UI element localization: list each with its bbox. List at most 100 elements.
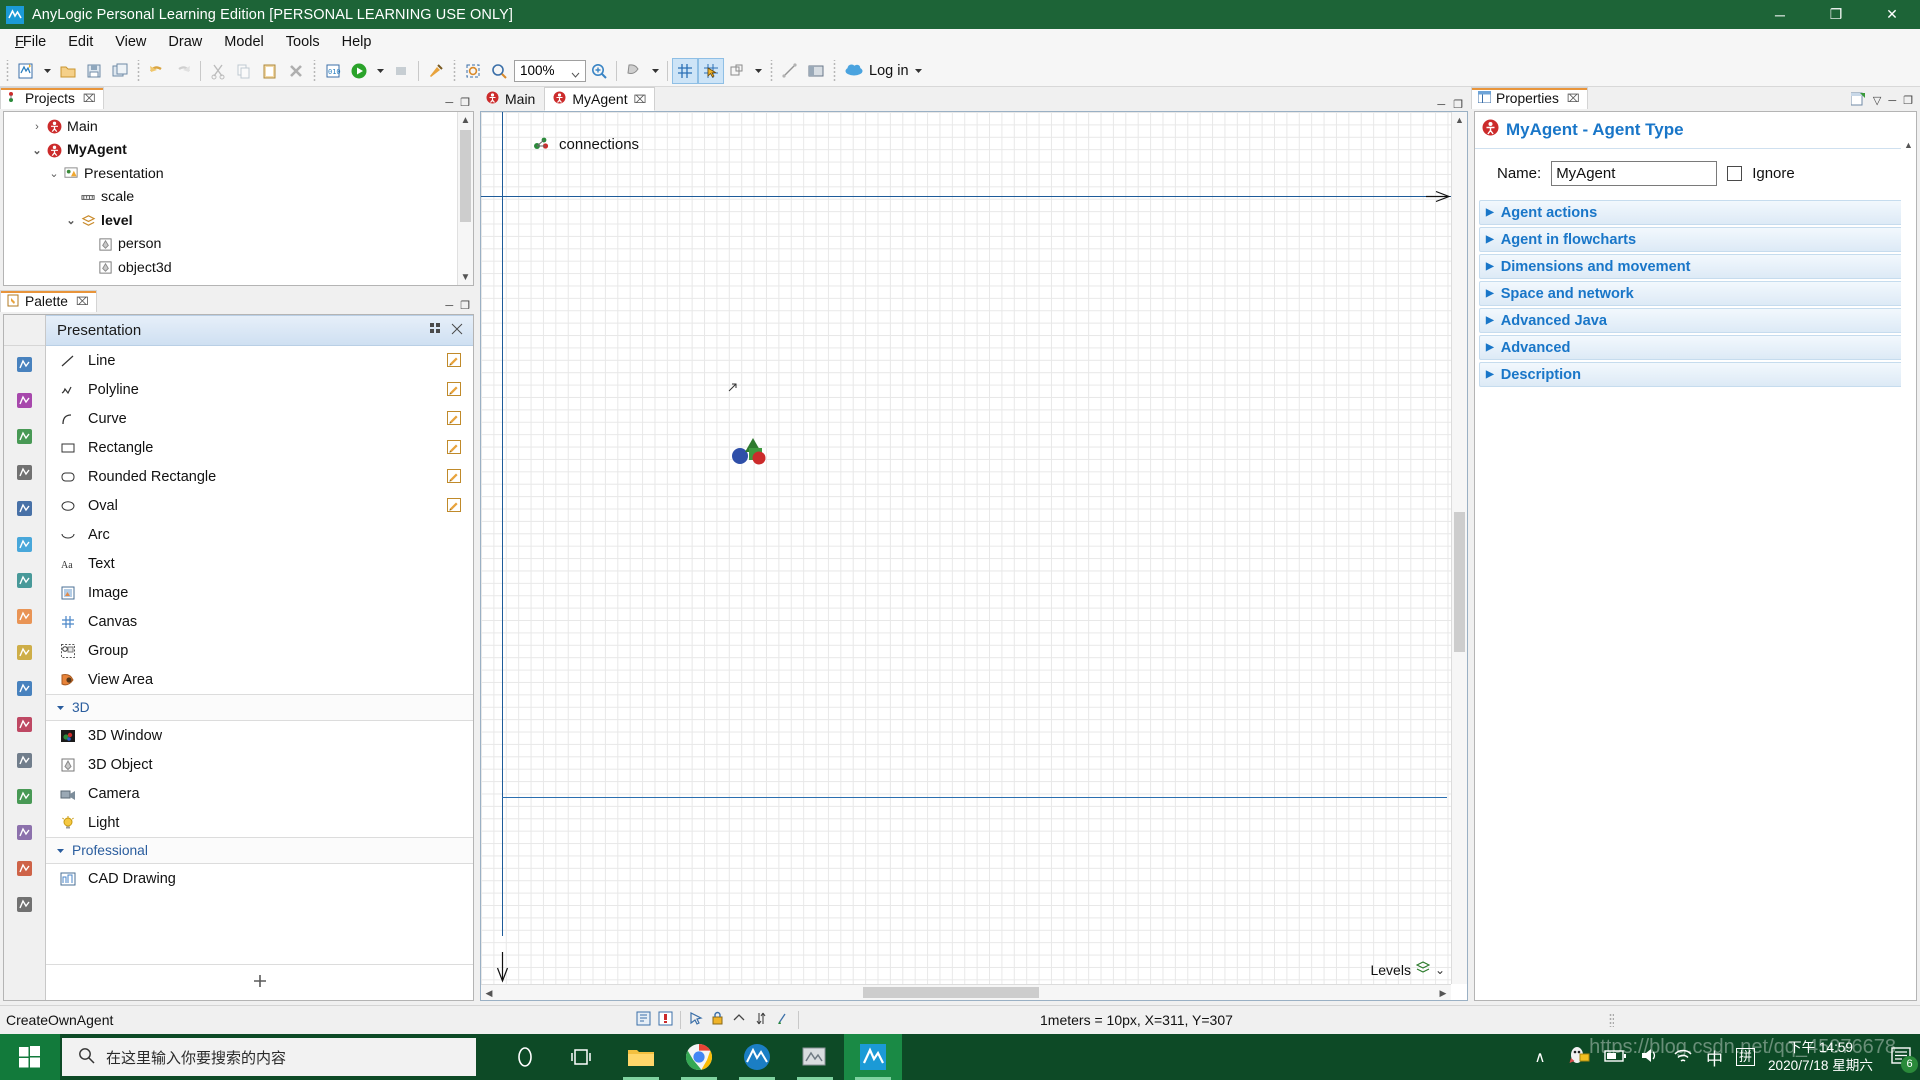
draw-mode-icon[interactable] bbox=[447, 411, 461, 429]
presentation-palette-icon[interactable] bbox=[4, 598, 45, 634]
anylogic-active-icon[interactable] bbox=[844, 1034, 902, 1080]
scroll-up-icon[interactable]: ▲ bbox=[1901, 138, 1916, 152]
menu-view[interactable]: View bbox=[104, 31, 157, 53]
tray-expand-icon[interactable]: ∧ bbox=[1525, 1034, 1555, 1080]
controls-icon[interactable] bbox=[4, 742, 45, 778]
tree-item-person[interactable]: person bbox=[4, 233, 473, 257]
palette-item-3d-window[interactable]: 3D Window bbox=[46, 721, 473, 750]
close-icon[interactable]: ⌧ bbox=[83, 92, 96, 105]
palette-section-professional[interactable]: Professional bbox=[46, 837, 473, 864]
scroll-left-icon[interactable]: ◀ bbox=[481, 985, 497, 1000]
draw-mode-icon[interactable] bbox=[447, 353, 461, 371]
menu-edit[interactable]: Edit bbox=[57, 31, 104, 53]
toolbar-grip[interactable] bbox=[4, 59, 11, 82]
login-button[interactable]: Log in bbox=[840, 58, 928, 84]
canvas-hscrollbar[interactable]: ◀ ▶ bbox=[481, 984, 1451, 1000]
palette-item-light[interactable]: Light bbox=[46, 808, 473, 837]
anylogic-icon[interactable] bbox=[728, 1034, 786, 1080]
close-icon[interactable]: ⌧ bbox=[634, 93, 647, 106]
snipping-tool-icon[interactable] bbox=[786, 1034, 844, 1080]
snap-icon[interactable] bbox=[688, 1011, 703, 1029]
minimize-icon[interactable]: ─ bbox=[445, 300, 453, 312]
palette-item-curve[interactable]: Curve bbox=[46, 404, 473, 433]
save-all-icon[interactable] bbox=[107, 58, 133, 84]
zoom-in-icon[interactable] bbox=[586, 58, 612, 84]
zoom-combo[interactable]: 100% bbox=[514, 59, 586, 82]
paste-icon[interactable] bbox=[257, 58, 283, 84]
palette-item-view-area[interactable]: View Area bbox=[46, 665, 473, 694]
maximize-icon[interactable]: ❐ bbox=[1903, 94, 1913, 107]
road-traffic-icon[interactable] bbox=[4, 490, 45, 526]
properties-section-description[interactable]: ▶ Description bbox=[1479, 362, 1912, 387]
properties-section-agent-in-flowcharts[interactable]: ▶ Agent in flowcharts bbox=[1479, 227, 1912, 252]
tab-myagent[interactable]: MyAgent ⌧ bbox=[544, 87, 656, 111]
open-icon[interactable] bbox=[55, 58, 81, 84]
scroll-up-icon[interactable]: ▲ bbox=[458, 112, 473, 128]
analysis-icon[interactable] bbox=[4, 634, 45, 670]
rotate-icon[interactable] bbox=[776, 1011, 791, 1029]
palette-section-presentation[interactable]: Presentation bbox=[46, 315, 473, 346]
new-model-icon[interactable] bbox=[13, 58, 39, 84]
toolbar-grip-3[interactable] bbox=[311, 59, 318, 82]
delete-icon[interactable] bbox=[283, 58, 309, 84]
statistics-icon[interactable] bbox=[4, 706, 45, 742]
new-model-dropdown-icon[interactable] bbox=[39, 58, 55, 84]
cortana-icon[interactable] bbox=[496, 1034, 554, 1080]
task-view-icon[interactable] bbox=[554, 1034, 612, 1080]
canvas-vscrollbar[interactable]: ▲ bbox=[1451, 112, 1467, 984]
connectivity-icon[interactable] bbox=[4, 670, 45, 706]
maximize-icon[interactable]: ❐ bbox=[460, 96, 470, 109]
palette-item-arc[interactable]: Arc bbox=[46, 520, 473, 549]
menu-draw[interactable]: Draw bbox=[157, 31, 213, 53]
draw-mode-icon[interactable] bbox=[447, 440, 461, 458]
tree-twisty[interactable]: ⌄ bbox=[29, 144, 45, 157]
add-palette-icon[interactable] bbox=[4, 886, 45, 922]
tree-item-scale[interactable]: scale bbox=[4, 186, 473, 210]
tree-item-myagent[interactable]: ⌄ MyAgent bbox=[4, 139, 473, 163]
palette-item-line[interactable]: Line bbox=[46, 346, 473, 375]
tree-item-presentation[interactable]: ⌄ Presentation bbox=[4, 162, 473, 186]
scroll-thumb[interactable] bbox=[460, 130, 471, 222]
run-dropdown-icon[interactable] bbox=[372, 58, 388, 84]
menu-help[interactable]: Help bbox=[331, 31, 383, 53]
agent-palette-icon[interactable] bbox=[4, 346, 45, 382]
maximize-icon[interactable]: ❐ bbox=[460, 299, 470, 312]
3d-objects-icon[interactable] bbox=[4, 814, 45, 850]
distribute-icon[interactable] bbox=[754, 1011, 769, 1029]
tab-main[interactable]: Main bbox=[477, 87, 545, 111]
file-explorer-icon[interactable] bbox=[612, 1034, 670, 1080]
pedestrian-icon[interactable] bbox=[4, 418, 45, 454]
rail-library-icon[interactable] bbox=[4, 454, 45, 490]
close-icon[interactable]: ⌧ bbox=[76, 295, 89, 308]
draw-mode-icon[interactable] bbox=[447, 498, 461, 516]
levels-control[interactable]: Levels ⌄ bbox=[1370, 961, 1445, 978]
properties-section-advanced-java[interactable]: ▶ Advanced Java bbox=[1479, 308, 1912, 333]
palette-item-oval[interactable]: Oval bbox=[46, 491, 473, 520]
grid-toggle-icon[interactable] bbox=[672, 57, 698, 84]
palette-item-image[interactable]: Image bbox=[46, 578, 473, 607]
tree-twisty[interactable]: › bbox=[29, 121, 45, 133]
tree-item-object3d[interactable]: object3d bbox=[4, 256, 473, 280]
palette-item-camera[interactable]: Camera bbox=[46, 779, 473, 808]
toolbar-grip-4[interactable] bbox=[451, 59, 458, 82]
menu-model[interactable]: Model bbox=[213, 31, 275, 53]
minimize-button[interactable]: ─ bbox=[1752, 0, 1808, 29]
zoom-region-icon[interactable] bbox=[460, 58, 486, 84]
toolbar-grip-6[interactable] bbox=[831, 59, 838, 82]
volume-icon[interactable] bbox=[1640, 1047, 1660, 1067]
format-painter-icon[interactable] bbox=[423, 58, 449, 84]
tab-projects[interactable]: Projects ⌧ bbox=[0, 87, 104, 109]
taskbar-clock[interactable]: 下午 14:59 2020/7/18 星期六 bbox=[1768, 1039, 1877, 1076]
panel-layout-icon[interactable] bbox=[803, 58, 829, 84]
fluid-icon[interactable] bbox=[4, 526, 45, 562]
grid-view-icon[interactable] bbox=[430, 322, 442, 339]
tree-twisty[interactable]: ⌄ bbox=[46, 167, 62, 180]
palette-item-rounded-rectangle[interactable]: Rounded Rectangle bbox=[46, 462, 473, 491]
ime-mode-icon[interactable]: 拼 bbox=[1735, 1047, 1755, 1067]
tree-twisty[interactable]: ⌄ bbox=[63, 214, 79, 227]
battery-icon[interactable] bbox=[1603, 1049, 1627, 1066]
lock-icon[interactable] bbox=[710, 1011, 725, 1029]
space-markup-icon[interactable] bbox=[4, 778, 45, 814]
scroll-thumb-h[interactable] bbox=[863, 987, 1039, 998]
status-grip[interactable] bbox=[1609, 1013, 1614, 1027]
